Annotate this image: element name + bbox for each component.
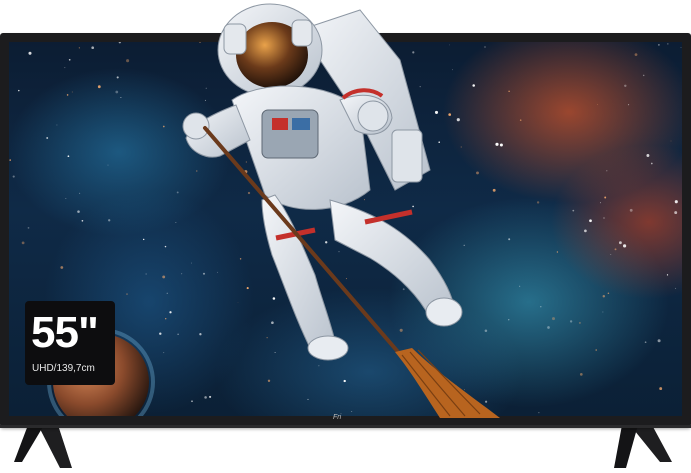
size-badge: 55" UHD/139,7cm [25,301,115,385]
product-image: 55" UHD/139,7cm Fri [0,0,691,473]
broom-icon [203,126,500,418]
screen-size-label: 55" [31,308,99,357]
resolution-caption: UHD/139,7cm [32,363,95,374]
brand-logo: Fri [333,414,342,421]
